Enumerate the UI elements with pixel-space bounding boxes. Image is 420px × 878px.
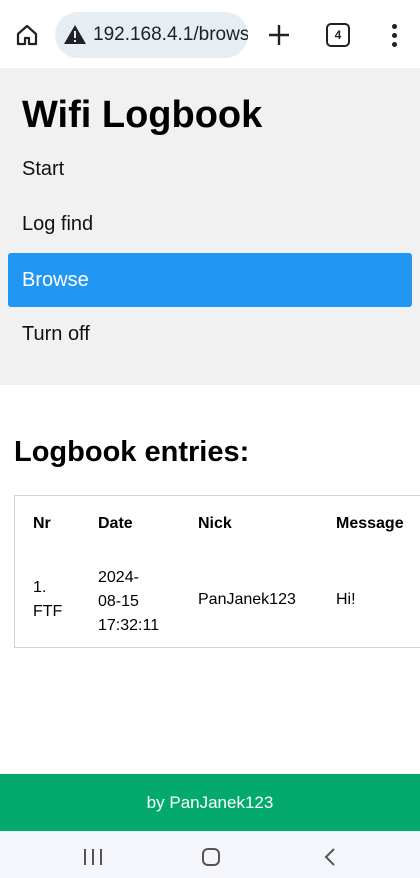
url-text: 192.168.4.1/browse [93, 24, 248, 45]
tab-switcher-button[interactable]: 4 [326, 23, 350, 47]
column-header-nick: Nick [198, 515, 232, 532]
home-icon[interactable] [12, 20, 42, 50]
plus-icon [269, 25, 289, 45]
new-tab-button[interactable] [264, 20, 294, 50]
logbook-table: Nr Date Nick Message 1. FTF 2024- 08-15 … [14, 495, 420, 648]
column-header-date: Date [98, 515, 133, 532]
back-icon[interactable] [322, 847, 338, 867]
column-header-message: Message [336, 515, 404, 532]
site-nav: Wifi Logbook Start Log find Browse Turn … [0, 68, 420, 385]
nav-item-turn-off[interactable]: Turn off [8, 307, 412, 361]
cell-nr-line: FTF [33, 603, 63, 620]
cell-date-line: 2024- [98, 569, 139, 586]
nav-item-log-find[interactable]: Log find [8, 197, 412, 251]
page-title: Logbook entries: [14, 436, 250, 468]
site-title: Wifi Logbook [22, 94, 263, 136]
address-bar[interactable]: 192.168.4.1/browse [55, 12, 248, 58]
cell-nr: 1. FTF [33, 576, 62, 624]
column-header-nr: Nr [33, 515, 51, 532]
system-home-icon[interactable] [201, 847, 221, 867]
more-vert-icon[interactable] [384, 20, 404, 50]
page-footer: by PanJanek123 [0, 774, 420, 831]
cell-nick: PanJanek123 [198, 591, 296, 608]
cell-nr-line: 1. [33, 579, 47, 596]
nav-item-browse[interactable]: Browse [8, 253, 412, 307]
cell-date-line: 08-15 [98, 593, 139, 610]
system-nav-bar [0, 831, 420, 878]
cell-message: Hi! [336, 591, 356, 608]
nav-item-start[interactable]: Start [8, 142, 412, 196]
cell-date-line: 17:32:11 [98, 617, 160, 634]
warning-icon [64, 25, 86, 44]
recents-icon[interactable] [82, 848, 104, 866]
cell-date: 2024- 08-15 17:32:11 [98, 566, 159, 638]
browser-toolbar: 192.168.4.1/browse 4 [0, 0, 420, 68]
